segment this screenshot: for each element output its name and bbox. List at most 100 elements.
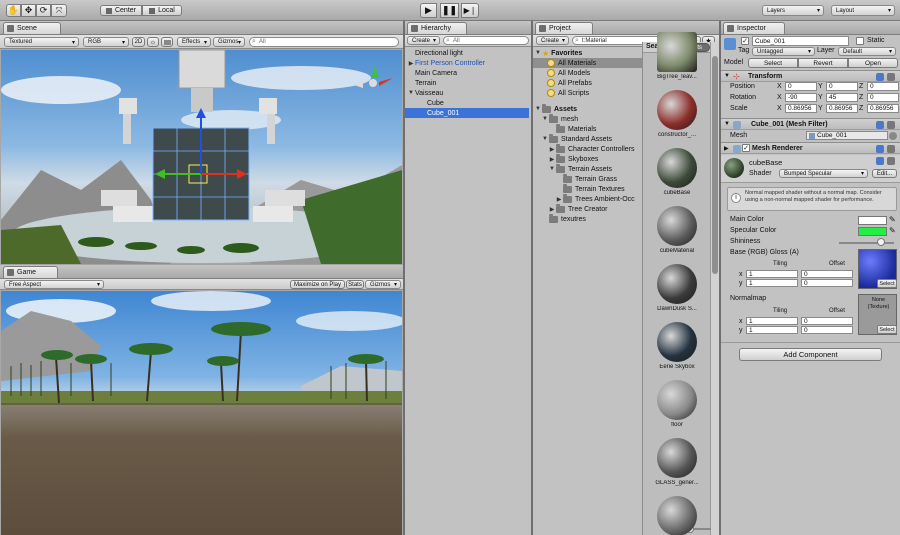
specular-color-eyedropper-icon[interactable]: ✎ (889, 226, 896, 235)
material-header[interactable]: cubeBase Shader Bumped Specular Edit... (721, 155, 900, 183)
stats-toggle[interactable]: Stats (346, 280, 364, 289)
base-offset-x-field[interactable]: 0 (801, 270, 853, 278)
hierarchy-item[interactable]: ▶ First Person Controller (405, 58, 529, 68)
favorites-item[interactable]: All Scripts (533, 88, 642, 98)
pivot-center-button[interactable]: Center (100, 5, 142, 16)
project-create-dropdown[interactable]: Create (536, 36, 569, 45)
folder-expand-icon[interactable]: ▶ (555, 196, 563, 203)
hierarchy-item[interactable]: Terrain (405, 78, 529, 88)
transform-rotation-x-field[interactable]: -90 (785, 93, 817, 102)
play-button[interactable]: ▶ (420, 3, 437, 18)
tab-scene[interactable]: Scene (3, 22, 61, 34)
favorites-header[interactable]: ▼ ★ Favorites (534, 48, 582, 58)
mesh-filter-header[interactable]: ▼ Cube_001 (Mesh Filter) (721, 118, 900, 130)
mesh-picker-icon[interactable] (889, 132, 897, 140)
shininess-slider-knob[interactable] (876, 238, 885, 246)
shininess-slider-track[interactable] (839, 242, 894, 244)
scene-gizmos-dropdown[interactable]: Gizmos (213, 37, 245, 47)
asset-folder-item[interactable]: ▶ Tree Creator (533, 203, 642, 214)
asset-folder-item[interactable]: ▼ Standard Assets (533, 133, 642, 144)
assets-header[interactable]: ▼ Assets (534, 103, 577, 114)
shader-edit-button[interactable]: Edit... (872, 169, 897, 178)
step-button[interactable]: ▶❘ (461, 3, 479, 18)
favorites-item[interactable]: All Materials (533, 58, 642, 68)
move-tool-button[interactable]: ✥ (21, 4, 36, 17)
scale-tool-button[interactable]: ⤧ (51, 4, 67, 17)
transform-position-z-field[interactable]: 0 (867, 82, 899, 91)
transform-settings-icon[interactable] (887, 73, 895, 81)
transform-scale-x-field[interactable]: 0.86956 (785, 104, 817, 113)
scene-viewport[interactable] (1, 50, 402, 264)
material-thumbnail[interactable] (657, 32, 697, 72)
layout-dropdown[interactable]: Layout (831, 5, 895, 16)
base-offset-y-field[interactable]: 0 (801, 279, 853, 287)
pivot-local-button[interactable]: Local (142, 5, 182, 16)
scene-2d-toggle[interactable]: 2D (132, 37, 145, 47)
mesh-renderer-header[interactable]: ▶ ✓ Mesh Renderer (721, 142, 900, 154)
transform-header[interactable]: ▼ ⊹ Transform (721, 70, 900, 82)
mesh-renderer-enabled-checkbox[interactable]: ✓ (742, 144, 750, 152)
material-thumbnail[interactable] (657, 322, 697, 362)
scene-audio-toggle[interactable] (161, 37, 173, 47)
scene-effects-dropdown[interactable]: Effects (177, 37, 211, 47)
hierarchy-item[interactable]: Cube_001 (405, 108, 529, 118)
asset-folder-item[interactable]: ▶ Character Controllers (533, 143, 642, 154)
game-gizmos-dropdown[interactable]: Gizmos (365, 280, 401, 289)
folder-expand-icon[interactable]: ▼ (541, 116, 549, 122)
base-texture-select-button[interactable]: Select (877, 279, 897, 288)
material-thumbnail[interactable] (657, 496, 697, 535)
scene-search-input[interactable]: All (249, 37, 399, 47)
normalmap-select-button[interactable]: Select (877, 325, 897, 334)
transform-scale-z-field[interactable]: 0.86956 (867, 104, 899, 113)
hierarchy-item[interactable]: Main Camera (405, 68, 529, 78)
base-tiling-y-field[interactable]: 1 (746, 279, 798, 287)
material-thumbnail[interactable] (657, 90, 697, 130)
transform-rotation-y-field[interactable]: 45 (826, 93, 858, 102)
layer-dropdown[interactable]: Default (838, 47, 896, 56)
scene-shading-dropdown[interactable]: Textured (4, 37, 79, 47)
main-color-swatch[interactable] (858, 216, 887, 225)
material-thumbnail[interactable] (657, 380, 697, 420)
active-checkbox[interactable]: ✓ (741, 37, 749, 45)
material-thumbnail[interactable] (657, 148, 697, 188)
maximize-on-play-toggle[interactable]: Maximize on Play (290, 280, 345, 289)
normal-offset-y-field[interactable]: 0 (801, 326, 853, 334)
base-tiling-x-field[interactable]: 1 (746, 270, 798, 278)
scene-lighting-toggle[interactable]: ☼ (147, 37, 159, 47)
asset-folder-item[interactable]: Terrain Textures (533, 183, 642, 194)
object-name-field[interactable]: Cube_001 (752, 36, 849, 46)
tab-inspector[interactable]: Inspector (723, 22, 785, 34)
mesh-object-field[interactable]: Cube_001 (806, 131, 888, 140)
model-revert-button[interactable]: Revert (798, 58, 848, 68)
normalmap-texture-slot[interactable]: None (Texture) Select (858, 294, 897, 335)
tag-dropdown[interactable]: Untagged (752, 47, 815, 56)
hierarchy-item[interactable]: ▼ Vaisseau (405, 88, 529, 98)
add-component-button[interactable]: Add Component (739, 348, 882, 361)
transform-rotation-z-field[interactable]: 0 (867, 93, 899, 102)
material-settings-icon[interactable] (887, 157, 895, 165)
asset-folder-item[interactable]: ▶ Skyboxes (533, 153, 642, 164)
folder-expand-icon[interactable]: ▼ (541, 136, 549, 142)
hierarchy-item[interactable]: Cube (405, 98, 529, 108)
favorites-item[interactable]: All Prefabs (533, 78, 642, 88)
material-thumbnail[interactable] (657, 206, 697, 246)
model-open-button[interactable]: Open (848, 58, 898, 68)
hierarchy-expand-icon[interactable]: ▶ (407, 60, 415, 67)
game-aspect-dropdown[interactable]: Free Aspect (4, 280, 104, 289)
hierarchy-create-dropdown[interactable]: Create (407, 36, 440, 45)
specular-color-swatch[interactable] (858, 227, 887, 236)
tab-game[interactable]: Game (3, 266, 58, 278)
folder-expand-icon[interactable]: ▶ (548, 156, 556, 163)
normal-tiling-y-field[interactable]: 1 (746, 326, 798, 334)
asset-folder-item[interactable]: ▼ Terrain Assets (533, 163, 642, 174)
mesh-filter-help-icon[interactable] (876, 121, 884, 129)
scene-render-mode-dropdown[interactable]: RGB (83, 37, 129, 47)
project-scrollbar-thumb[interactable] (712, 56, 718, 274)
rotate-tool-button[interactable]: ⟳ (36, 4, 51, 17)
static-checkbox[interactable] (856, 37, 864, 45)
material-help-icon[interactable] (876, 157, 884, 165)
mesh-renderer-help-icon[interactable] (876, 145, 884, 153)
asset-folder-item[interactable]: ▶ Trees Ambient-Occ (533, 193, 642, 204)
folder-expand-icon[interactable]: ▶ (548, 146, 556, 153)
shader-dropdown[interactable]: Bumped Specular (779, 169, 868, 178)
